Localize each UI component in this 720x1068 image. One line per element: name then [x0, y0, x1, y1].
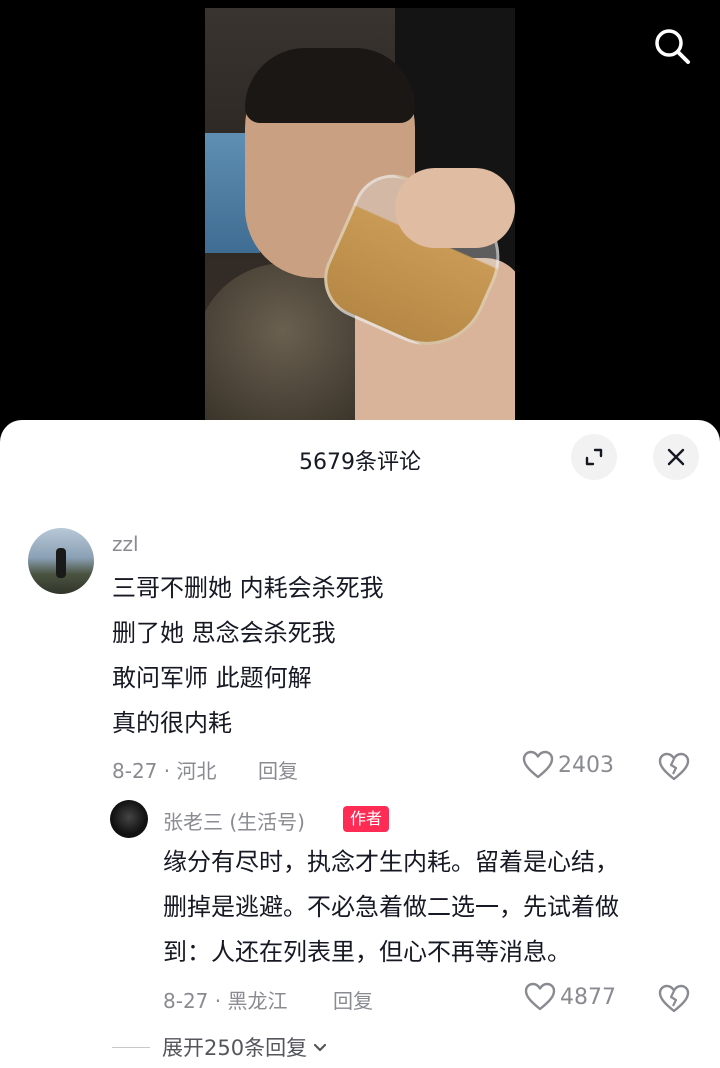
comment-line: 三哥不删她 内耗会杀死我 — [112, 574, 384, 602]
comment-like-button[interactable]: 2403 — [522, 750, 614, 780]
expand-icon — [585, 448, 603, 466]
chevron-down-icon — [313, 1043, 327, 1052]
reply-author-avatar[interactable] — [110, 800, 148, 838]
comment-date-location: 8-27 · 河北 — [112, 759, 217, 783]
reply-dislike-button[interactable] — [658, 984, 690, 1014]
video-player[interactable] — [205, 8, 515, 420]
broken-heart-icon — [658, 984, 690, 1013]
comment-like-count: 2403 — [558, 752, 614, 778]
video-person-hair — [245, 48, 415, 123]
close-panel-button[interactable] — [653, 434, 699, 480]
search-icon — [655, 29, 690, 64]
comment-text[interactable]: 三哥不删她 内耗会杀死我 删了她 思念会杀死我 敢问军师 此题何解 真的很内耗 — [112, 566, 672, 746]
reply-like-count: 4877 — [560, 984, 616, 1010]
heart-icon — [522, 750, 554, 779]
commenter-avatar[interactable] — [28, 528, 94, 594]
author-badge: 作者 — [343, 806, 390, 832]
comment-line: 真的很内耗 — [112, 709, 232, 737]
reply-line: 到：人还在列表里，但心不再等消息。 — [163, 938, 571, 966]
comment-reply-button[interactable]: 回复 — [258, 755, 298, 784]
heart-icon — [524, 982, 556, 1011]
divider-line — [112, 1046, 150, 1048]
broken-heart-icon — [658, 752, 690, 781]
comments-panel: 5679条评论 zzl 三哥不删她 内耗会杀死我 删了她 思念会杀死我 敢问军师… — [0, 420, 720, 1068]
reply-author-username[interactable]: 张老三 (生活号) — [163, 806, 305, 835]
comment-line: 删了她 思念会杀死我 — [112, 619, 336, 647]
reply-like-button[interactable]: 4877 — [524, 982, 616, 1012]
expand-panel-button[interactable] — [571, 434, 617, 480]
reply-reply-button[interactable]: 回复 — [333, 985, 373, 1014]
commenter-username[interactable]: zzl — [112, 532, 139, 556]
video-person-hand — [395, 168, 515, 248]
reply-text[interactable]: 缘分有尽时，执念才生内耗。留着是心结， 删掉是逃避。不必急着做二选一，先试着做 … — [163, 840, 703, 975]
search-button[interactable] — [652, 26, 692, 66]
expand-replies-button[interactable]: 展开250条回复 — [112, 1032, 329, 1062]
reply-line: 删掉是逃避。不必急着做二选一，先试着做 — [163, 893, 619, 921]
comment-dislike-button[interactable] — [658, 752, 690, 782]
close-icon — [667, 448, 685, 466]
reply-date-location: 8-27 · 黑龙江 — [163, 989, 288, 1013]
app-root: 5679条评论 zzl 三哥不删她 内耗会杀死我 删了她 思念会杀死我 敢问军师… — [0, 0, 720, 1068]
reply-line: 缘分有尽时，执念才生内耗。留着是心结， — [163, 848, 619, 876]
avatar-figure — [56, 548, 66, 578]
expand-replies-label: 展开250条回复 — [162, 1036, 308, 1060]
comment-line: 敢问军师 此题何解 — [112, 664, 312, 692]
